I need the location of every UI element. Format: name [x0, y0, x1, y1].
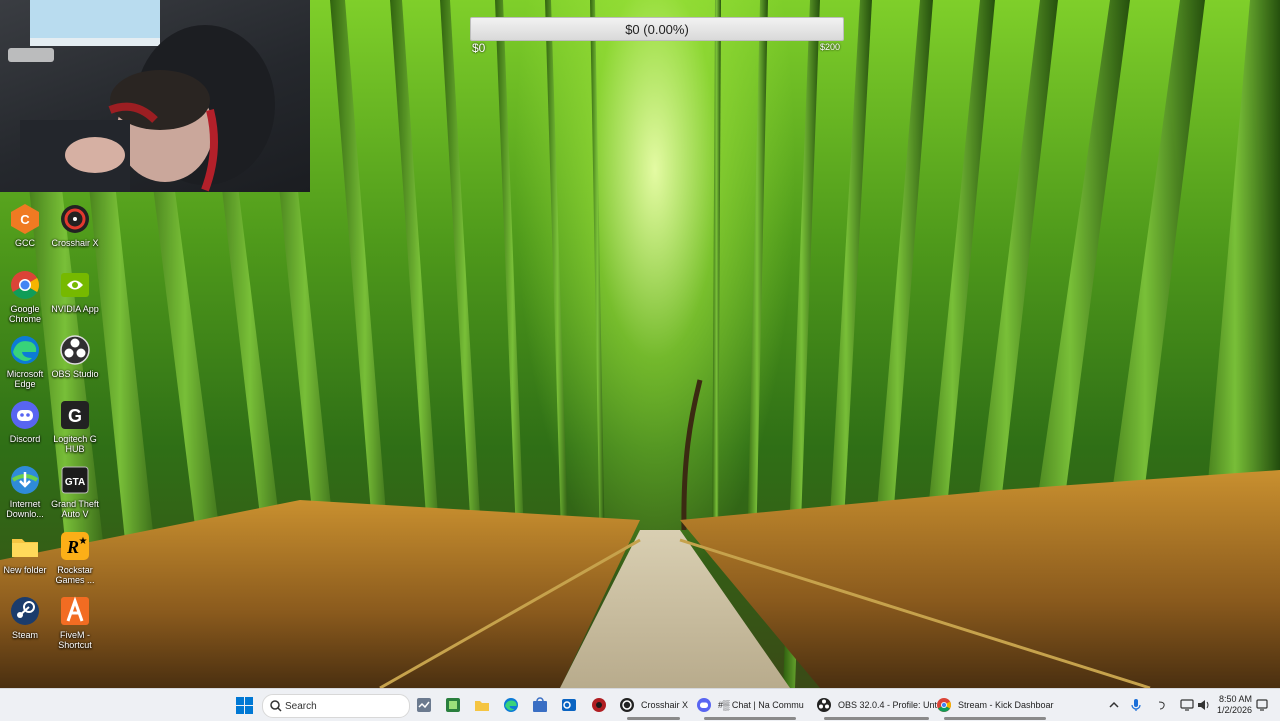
- search-placeholder: Search: [285, 700, 317, 712]
- goal-text: $0 (0.00%): [625, 21, 689, 37]
- webcam-overlay: [0, 0, 310, 192]
- desktop-icon-label: FiveM - Shortcut: [58, 630, 92, 650]
- show-hidden-icons-button[interactable]: [1108, 689, 1120, 721]
- task-manager-icon: [417, 698, 431, 712]
- taskbar-app-label: Crosshair X: [641, 700, 689, 710]
- taskbar-app-label: Stream - Kick Dashboar: [958, 700, 1054, 710]
- outlook-icon: [562, 699, 576, 711]
- obs-icon: [58, 333, 92, 367]
- obs-icon: [817, 698, 831, 712]
- taskbar-search-box[interactable]: Search: [262, 694, 410, 718]
- microphone-tray-button[interactable]: [1130, 689, 1142, 721]
- network-icon: [1180, 699, 1194, 711]
- desktop-icon-label: Logitech G HUB: [53, 434, 97, 454]
- desktop-icon-label: New folder: [3, 565, 47, 575]
- hwinfo-icon: [446, 698, 460, 712]
- notification-icon: [1256, 699, 1268, 711]
- steam-icon: [8, 594, 42, 628]
- goal-max-label: $200: [820, 42, 841, 52]
- desktop-icon-label: Steam: [11, 630, 38, 640]
- logitech-g-icon: G: [58, 398, 92, 432]
- desktop-icon-obs-studio[interactable]: OBS Studio: [45, 333, 105, 379]
- taskbar: Search Crosshair X #▒ Chat | Na Commu OB…: [0, 688, 1280, 721]
- edge-icon: [504, 698, 518, 712]
- search-icon: [270, 700, 282, 712]
- goal-min-label: $0: [472, 41, 486, 55]
- taskbar-app-crosshair-x[interactable]: Crosshair X: [619, 695, 689, 720]
- taskbar-app-label: #▒ Chat | Na Commu: [718, 700, 804, 710]
- nvidia-icon: [58, 268, 92, 302]
- taskbar-app-edge[interactable]: [501, 695, 521, 715]
- desktop-icon-label: Grand Theft Auto V: [51, 499, 99, 519]
- desktop-icon-label: Rockstar Games ...: [55, 565, 95, 585]
- network-tray-button[interactable]: [1180, 689, 1194, 721]
- svg-text:★: ★: [79, 536, 88, 547]
- windows-logo-icon: [236, 697, 253, 714]
- taskbar-app-label: OBS 32.0.4 - Profile: Unt: [838, 700, 938, 710]
- clock-date: 1/2/2026: [1216, 705, 1252, 715]
- chrome-icon: [8, 268, 42, 302]
- language-tray-button[interactable]: [1157, 689, 1167, 721]
- desktop-icon-label: NVIDIA App: [51, 304, 99, 314]
- rockstar-icon: R ★: [58, 529, 92, 563]
- chevron-up-icon: [1109, 701, 1119, 708]
- language-icon: [1158, 701, 1165, 710]
- start-button[interactable]: [236, 697, 253, 716]
- desktop-icon-grand-theft-auto-v[interactable]: GTA Grand Theft Auto V: [45, 463, 105, 519]
- desktop-icon-crosshair-x[interactable]: Crosshair X: [45, 202, 105, 248]
- taskbar-app-chrome[interactable]: Stream - Kick Dashboar: [936, 695, 1054, 720]
- svg-text:GTA: GTA: [65, 477, 85, 488]
- notification-center-button[interactable]: [1256, 689, 1268, 721]
- donation-goal-bar: $0 (0.00%): [470, 17, 844, 41]
- gta-icon: GTA: [58, 463, 92, 497]
- fivem-icon: [58, 594, 92, 628]
- folder-icon: [8, 529, 42, 563]
- taskbar-app-file-explorer[interactable]: [472, 695, 492, 715]
- svg-text:G: G: [68, 406, 82, 426]
- taskbar-app-discord[interactable]: #▒ Chat | Na Commu: [696, 695, 804, 720]
- edge-icon: [8, 333, 42, 367]
- desktop-icon-label: OBS Studio: [51, 369, 99, 379]
- taskbar-app-outlook[interactable]: [559, 695, 579, 715]
- discord-icon: [8, 398, 42, 432]
- store-icon: [533, 697, 547, 712]
- gcc-icon: C: [8, 202, 42, 236]
- crosshair-x-icon: [620, 698, 634, 712]
- desktop-icon-label: GCC: [15, 238, 35, 248]
- discord-icon: [697, 698, 711, 712]
- svg-text:C: C: [20, 212, 30, 227]
- taskbar-app-record[interactable]: [589, 695, 609, 715]
- record-icon: [592, 698, 606, 712]
- taskbar-app-obs[interactable]: OBS 32.0.4 - Profile: Unt: [816, 695, 938, 720]
- taskbar-app-hwinfo[interactable]: [443, 695, 463, 715]
- volume-tray-button[interactable]: [1197, 689, 1211, 721]
- svg-text:R: R: [66, 537, 79, 557]
- desktop-icon-logitech-g-hub[interactable]: G Logitech G HUB: [45, 398, 105, 454]
- volume-icon: [1198, 700, 1209, 710]
- desktop-icon-rockstar-games[interactable]: R ★ Rockstar Games ...: [45, 529, 105, 585]
- desktop-icon-fivem[interactable]: FiveM - Shortcut: [45, 594, 105, 650]
- crosshair-x-icon: [58, 202, 92, 236]
- desktop-icon-label: Crosshair X: [51, 238, 99, 248]
- desktop-icon-nvidia-app[interactable]: NVIDIA App: [45, 268, 105, 314]
- microphone-icon: [1131, 699, 1141, 711]
- taskbar-app-store[interactable]: [530, 695, 550, 715]
- idm-icon: [8, 463, 42, 497]
- taskbar-app-task-manager[interactable]: [414, 695, 434, 715]
- taskbar-clock[interactable]: 8:50 AM 1/2/2026: [1212, 694, 1252, 716]
- clock-time: 8:50 AM: [1218, 694, 1252, 704]
- file-explorer-icon: [475, 701, 489, 711]
- chrome-icon: [937, 698, 951, 712]
- desktop-icon-label: Discord: [9, 434, 41, 444]
